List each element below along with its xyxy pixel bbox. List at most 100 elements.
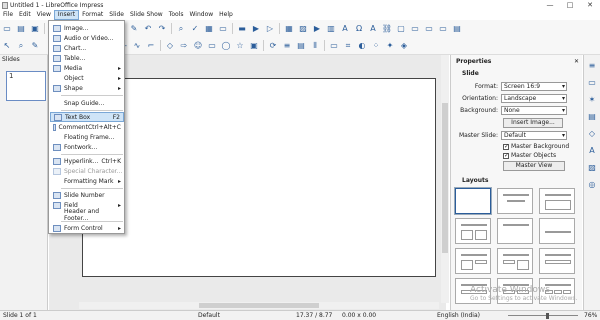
duplicate-slide-icon[interactable]: ▭ [424,24,434,34]
slide-canvas[interactable] [82,78,436,277]
textbox-icon[interactable]: A [340,24,350,34]
undo-icon[interactable]: ↶ [143,24,153,34]
zoom-slider[interactable] [508,313,578,319]
master-view-button[interactable]: Master View [503,161,565,171]
vertical-scrollbar[interactable] [441,55,449,303]
vertical-scroll-thumb[interactable] [442,103,448,253]
layout-title-only[interactable] [497,218,533,244]
menu-format[interactable]: Format [79,10,106,20]
navigator-icon[interactable]: ◎ [587,180,598,191]
layout-title-2-content[interactable] [455,218,491,244]
crop-icon[interactable]: ⌗ [343,41,353,51]
menu-item-media[interactable]: Media ▸ [50,63,124,73]
menu-item-audio-video[interactable]: Audio or Video... [50,33,124,43]
line-color-icon[interactable]: ✎ [30,41,40,51]
menu-insert[interactable]: Insert [53,10,80,20]
menu-item-slide-number[interactable]: Slide Number [50,190,124,200]
menu-item-special-character[interactable]: Special Character... [50,166,124,176]
menu-view[interactable]: View [34,10,54,20]
menu-item-table[interactable]: Table... [50,53,124,63]
menu-edit[interactable]: Edit [16,10,34,20]
align-icon[interactable]: ≡ [282,41,292,51]
new-slide-icon[interactable]: ▭ [410,24,420,34]
orientation-select[interactable]: Landscape [501,94,567,103]
shapes-icon[interactable]: ◇ [587,129,598,140]
points-icon[interactable]: ⁘ [371,41,381,51]
menu-item-shape[interactable]: Shape ▸ [50,83,124,93]
menu-item-chart[interactable]: Chart... [50,43,124,53]
layout-blank[interactable] [454,187,492,215]
delete-slide-icon[interactable]: ▭ [438,24,448,34]
layout-title-2-content-over-content[interactable] [539,248,575,274]
master-background-checkbox[interactable]: Master Background [503,143,569,150]
glue-points-icon[interactable]: ✦ [385,41,395,51]
status-language[interactable]: English (India) [437,312,480,319]
slide-thumbnail[interactable]: 1 [6,71,46,101]
hyperlink-icon[interactable]: ⛓ [382,24,392,34]
menu-item-header-footer[interactable]: Header and Footer... [50,208,124,222]
menu-item-formatting-mark[interactable]: Formatting Mark ▸ [50,176,124,186]
menu-tools[interactable]: Tools [166,10,187,20]
styles-icon[interactable]: A [587,146,598,157]
menu-item-form-control[interactable]: Form Control ▸ [50,223,124,233]
arrange-icon[interactable]: ▤ [296,41,306,51]
redo-icon[interactable]: ↷ [157,24,167,34]
gallery-icon[interactable]: ▨ [587,163,598,174]
curve-icon[interactable]: ∿ [132,41,142,51]
start-current-slide-icon[interactable]: ▷ [265,24,275,34]
master-objects-checkbox[interactable]: Master Objects [503,152,556,159]
start-first-slide-icon[interactable]: ▶ [251,24,261,34]
menu-item-hyperlink[interactable]: Hyperlink... Ctrl+K [50,156,124,166]
symbol-shapes-icon[interactable]: ☺ [193,41,203,51]
close-icon[interactable]: ✕ [574,58,579,65]
media-icon[interactable]: ▶ [312,24,322,34]
display-views-icon[interactable]: ▭ [218,24,228,34]
menu-slide-show[interactable]: Slide Show [127,10,166,20]
grid-icon[interactable]: ▦ [204,24,214,34]
fontwork-icon[interactable]: A [368,24,378,34]
menu-item-comment[interactable]: Comment Ctrl+Alt+C [50,122,124,132]
image-icon[interactable]: ▨ [298,24,308,34]
horizontal-scroll-thumb[interactable] [199,303,319,308]
menu-item-text-box[interactable]: Text Box F2 [50,112,124,122]
layout-title-content[interactable] [539,188,575,214]
animation-icon[interactable]: ✶ [587,95,598,106]
rotate-icon[interactable]: ⟳ [268,41,278,51]
table-icon[interactable]: ▦ [284,24,294,34]
save-icon[interactable]: ▣ [30,24,40,34]
zoom-icon[interactable]: ⌕ [16,41,26,51]
master-slide-icon[interactable]: ▬ [237,24,247,34]
menu-slide[interactable]: Slide [106,10,127,20]
status-zoom[interactable]: 76% [584,312,597,319]
menu-item-floating-frame[interactable]: Floating Frame... [50,132,124,142]
callouts-icon[interactable]: ◯ [221,41,231,51]
layout-centered-text[interactable] [539,218,575,244]
layout-title-content-2-content[interactable] [497,248,533,274]
select-icon[interactable]: ↖ [2,41,12,51]
open-icon[interactable]: ▤ [16,24,26,34]
master-slides-icon[interactable]: ▤ [587,112,598,123]
toggle-extrusion-icon[interactable]: ◈ [399,41,409,51]
background-select[interactable]: None [501,106,567,115]
special-character-icon[interactable]: Ω [354,24,364,34]
comment-icon[interactable]: ▢ [396,24,406,34]
close-button[interactable]: ✕ [580,0,600,10]
properties-icon[interactable]: ≡ [587,61,598,72]
layout-title-2-content-content[interactable] [455,248,491,274]
stars-icon[interactable]: ☆ [235,41,245,51]
maximize-button[interactable]: □ [560,0,580,10]
menu-help[interactable]: Help [216,10,236,20]
minimize-button[interactable]: — [540,0,560,10]
slide-layout-icon[interactable]: ▤ [452,24,462,34]
block-arrows-icon[interactable]: ⇨ [179,41,189,51]
chart-icon[interactable]: ▥ [326,24,336,34]
menu-item-fontwork[interactable]: Fontwork... [50,142,124,152]
3d-objects-icon[interactable]: ▣ [249,41,259,51]
basic-shapes-icon[interactable]: ◇ [165,41,175,51]
shadow-icon[interactable]: ▭ [329,41,339,51]
section-slide-header[interactable]: Slide [459,69,479,79]
find-replace-icon[interactable]: ⌕ [176,24,186,34]
clone-icon[interactable]: ✎ [129,24,139,34]
format-select[interactable]: Screen 16:9 [501,82,567,91]
new-icon[interactable]: ▭ [2,24,12,34]
